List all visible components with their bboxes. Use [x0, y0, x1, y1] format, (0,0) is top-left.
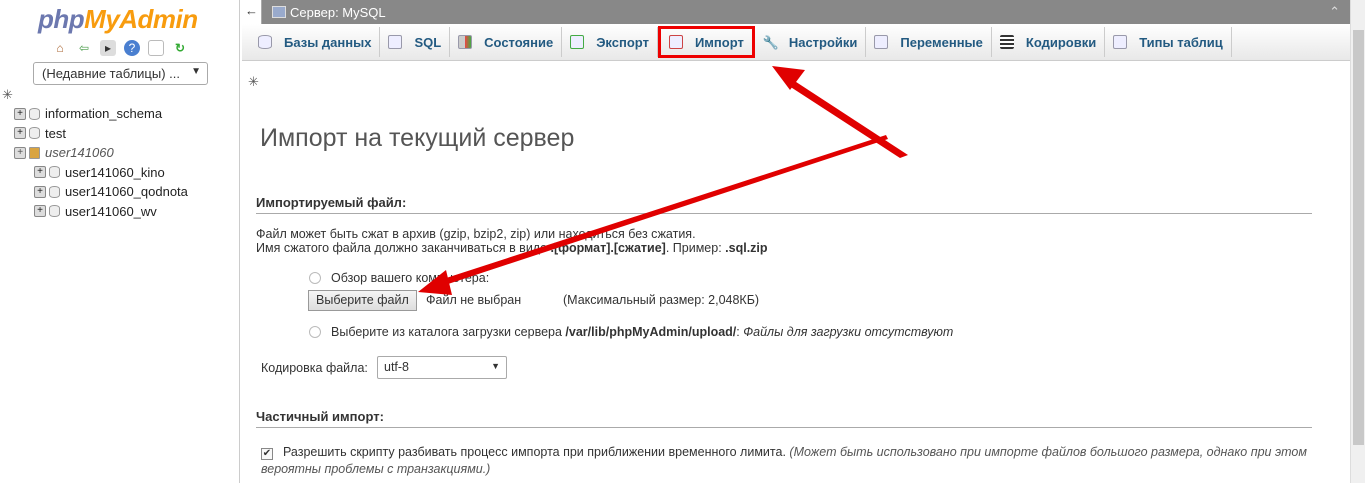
- tab-variables[interactable]: Переменные: [866, 27, 992, 57]
- engines-icon: [1113, 35, 1128, 49]
- filename-note: Имя сжатого файла должно заканчиваться в…: [256, 241, 768, 255]
- chevron-down-icon: ▼: [491, 361, 500, 371]
- tab-status[interactable]: Состояние: [450, 27, 563, 57]
- browse-option[interactable]: Обзор вашего компьютера:: [309, 271, 489, 285]
- status-icon: [458, 35, 473, 49]
- server-breadcrumb[interactable]: Сервер: MySQL: [290, 5, 386, 20]
- database-tree: + information_schema + test + user141060 + u…: [14, 104, 188, 221]
- export-icon: [570, 35, 585, 49]
- allow-interrupt-checkbox[interactable]: ✔: [261, 448, 273, 460]
- page-title: Импорт на текущий сервер: [260, 124, 575, 152]
- database-icon: [49, 185, 60, 198]
- back-arrow-icon[interactable]: ←: [242, 0, 262, 24]
- tree-group[interactable]: + user141060: [14, 143, 188, 163]
- database-icon: [29, 127, 40, 140]
- expand-icon[interactable]: +: [34, 205, 46, 218]
- reload-icon[interactable]: ↻: [172, 40, 188, 56]
- tree-item[interactable]: + information_schema: [14, 104, 188, 124]
- max-size: (Максимальный размер: 2,048КБ): [563, 293, 760, 307]
- logout-icon[interactable]: ⇦: [76, 40, 92, 56]
- scrollbar[interactable]: [1350, 0, 1365, 483]
- upload-dir-radio[interactable]: [309, 326, 321, 338]
- breadcrumb: ← Сервер: MySQL ⌃: [242, 0, 1350, 24]
- phpmyadmin-logo[interactable]: phpMyAdmin: [38, 4, 198, 35]
- tree-item[interactable]: + user141060_qodnota: [14, 182, 188, 202]
- tab-settings[interactable]: 🔧 Настройки: [755, 27, 867, 57]
- tab-import[interactable]: Импорт: [657, 26, 755, 58]
- charset-icon: [999, 35, 1014, 49]
- wrench-icon: 🔧: [762, 35, 780, 50]
- import-file-heading: Импортируемый файл:: [256, 195, 1312, 214]
- expand-icon[interactable]: +: [34, 166, 46, 179]
- tab-engines[interactable]: Типы таблиц: [1105, 27, 1232, 57]
- expand-icon[interactable]: +: [14, 146, 26, 159]
- server-icon: [272, 6, 286, 18]
- charset-select[interactable]: utf-8 ▼: [377, 356, 507, 379]
- tree-item[interactable]: + user141060_wv: [14, 202, 188, 222]
- choose-file-button[interactable]: Выберите файл: [308, 290, 417, 311]
- chevron-down-icon: ▼: [191, 66, 201, 77]
- tree-item[interactable]: + user141060_kino: [14, 163, 188, 183]
- allow-interrupt-option: ✔ Разрешить скрипту разбивать процесс имп…: [261, 445, 1307, 476]
- charset-label: Кодировка файла:: [261, 361, 368, 375]
- home-icon[interactable]: ⌂: [52, 40, 68, 56]
- database-icon: [49, 166, 60, 179]
- sql-icon: [388, 35, 403, 49]
- compression-note: Файл может быть сжат в архив (gzip, bzip…: [256, 227, 696, 241]
- expand-icon[interactable]: +: [14, 107, 26, 120]
- database-icon: [258, 35, 272, 49]
- expand-icon[interactable]: +: [14, 127, 26, 140]
- tree-item[interactable]: + test: [14, 124, 188, 144]
- sql-query-icon[interactable]: ▸: [100, 40, 116, 56]
- partial-import-heading: Частичный импорт:: [256, 409, 1312, 428]
- quick-links: ⌂ ⇦ ▸ ? ↻: [52, 40, 188, 56]
- tab-export[interactable]: Экспорт: [562, 27, 658, 57]
- database-group-icon: [29, 146, 40, 159]
- help-icon[interactable]: ?: [124, 40, 140, 56]
- loading-spinner-icon: ✳: [248, 74, 259, 89]
- tab-databases[interactable]: Базы данных: [250, 27, 381, 57]
- upload-dir-option[interactable]: Выберите из каталога загрузки сервера /v…: [309, 325, 953, 339]
- navigation-panel: phpMyAdmin ⌂ ⇦ ▸ ? ↻ (Недавние таблицы) …: [0, 0, 240, 483]
- database-icon: [29, 107, 40, 120]
- collapse-icon[interactable]: ⌃: [1329, 4, 1340, 20]
- main-panel: ← Сервер: MySQL ⌃ Базы данных SQL Состоя…: [242, 0, 1350, 483]
- import-icon: [668, 35, 683, 49]
- no-file-chosen: Файл не выбран: [426, 293, 522, 307]
- docs-icon[interactable]: [148, 40, 164, 56]
- database-icon: [49, 205, 60, 218]
- recent-tables-select[interactable]: (Недавние таблицы) ... ▼: [33, 62, 208, 85]
- scrollbar-thumb[interactable]: [1353, 30, 1364, 445]
- tab-charsets[interactable]: Кодировки: [992, 27, 1106, 57]
- loading-spinner-icon: ✳: [2, 87, 13, 102]
- variables-icon: [874, 35, 889, 49]
- tab-bar: Базы данных SQL Состояние Экспорт Импорт…: [242, 24, 1350, 61]
- expand-icon[interactable]: +: [34, 185, 46, 198]
- browse-radio[interactable]: [309, 272, 321, 284]
- tab-sql[interactable]: SQL: [380, 27, 451, 57]
